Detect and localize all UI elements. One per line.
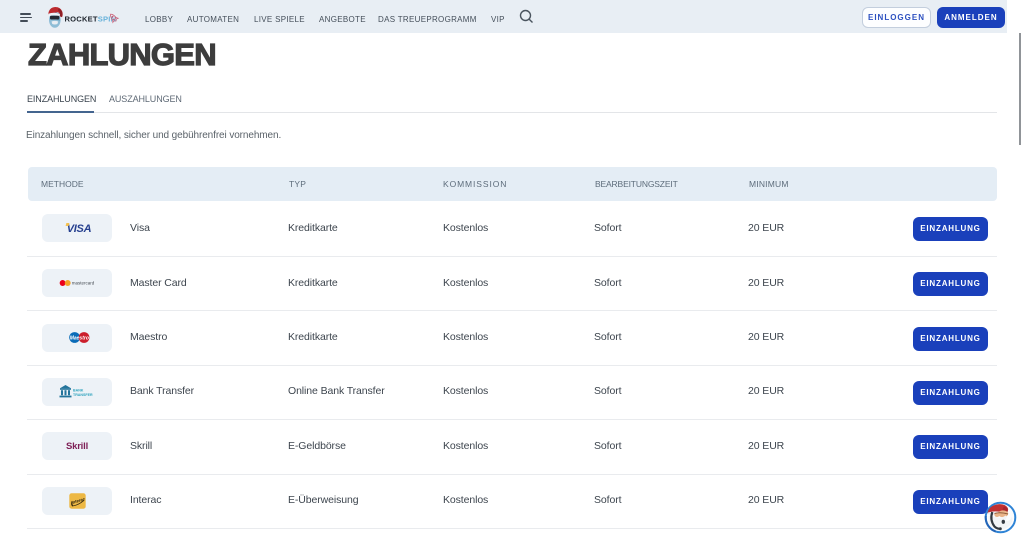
svg-text:TRANSFER: TRANSFER [73, 393, 93, 397]
svg-text:Maestro: Maestro [70, 335, 89, 341]
svg-text:BANK: BANK [73, 388, 84, 392]
svg-text:ROCKETSPIN: ROCKETSPIN [65, 15, 117, 24]
svg-text:mastercard: mastercard [71, 281, 94, 286]
